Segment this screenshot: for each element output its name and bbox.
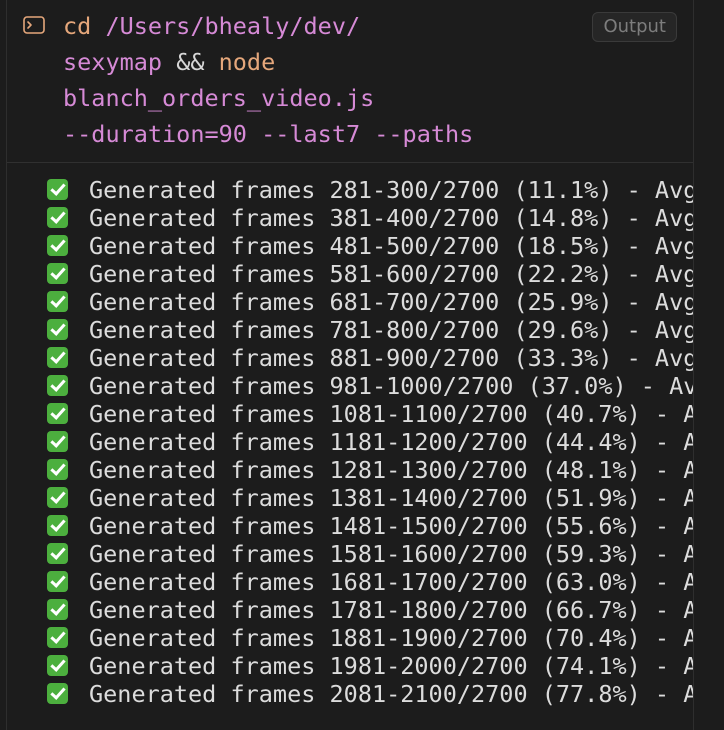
output-line: Generated frames 1681-1700/2700 (63.0%) … — [7, 568, 693, 596]
check-mark-icon — [47, 683, 68, 704]
output-line: Generated frames 1481-1500/2700 (55.6%) … — [7, 512, 693, 540]
output-line: Generated frames 1981-2000/2700 (74.1%) … — [7, 652, 693, 680]
command-and-operator: && — [162, 48, 219, 76]
check-mark-icon — [47, 543, 68, 564]
output-line: Generated frames 881-900/2700 (33.3%) - … — [7, 344, 693, 372]
output-line-text: Generated frames 1181-1200/2700 (44.4%) … — [89, 428, 694, 456]
output-line-text: Generated frames 381-400/2700 (14.8%) - … — [89, 204, 694, 232]
output-line: Generated frames 981-1000/2700 (37.0%) -… — [7, 372, 693, 400]
terminal-panel: cd /Users/bhealy/dev/ sexymap && node bl… — [6, 0, 694, 730]
output-line-text: Generated frames 681-700/2700 (25.9%) - … — [89, 288, 694, 316]
output-line-text: Generated frames 1881-1900/2700 (70.4%) … — [89, 624, 694, 652]
command-block: cd /Users/bhealy/dev/ sexymap && node bl… — [7, 0, 693, 163]
check-mark-icon — [47, 431, 68, 452]
check-mark-icon — [47, 347, 68, 368]
output-log: Generated frames 281-300/2700 (11.1%) - … — [7, 176, 693, 708]
output-line: Generated frames 1181-1200/2700 (44.4%) … — [7, 428, 693, 456]
check-mark-icon — [47, 487, 68, 508]
output-line-text: Generated frames 1681-1700/2700 (63.0%) … — [89, 568, 694, 596]
command-path: /Users/bhealy/dev/ — [91, 12, 361, 40]
command-cd: cd — [63, 12, 92, 40]
check-mark-icon — [47, 599, 68, 620]
check-mark-icon — [47, 571, 68, 592]
output-line-text: Generated frames 981-1000/2700 (37.0%) -… — [89, 372, 694, 400]
command-node: node — [218, 48, 276, 76]
check-mark-icon — [47, 459, 68, 480]
output-line-text: Generated frames 1281-1300/2700 (48.1%) … — [89, 456, 694, 484]
check-mark-icon — [47, 515, 68, 536]
output-line: Generated frames 681-700/2700 (25.9%) - … — [7, 288, 693, 316]
output-line-text: Generated frames 781-800/2700 (29.6%) - … — [89, 316, 694, 344]
check-mark-icon — [47, 235, 68, 256]
terminal-icon — [23, 16, 45, 34]
output-line: Generated frames 481-500/2700 (18.5%) - … — [7, 232, 693, 260]
output-line-text: Generated frames 1981-2000/2700 (74.1%) … — [89, 652, 694, 680]
output-line-text: Generated frames 2081-2100/2700 (77.8%) … — [89, 680, 694, 708]
output-line-text: Generated frames 581-600/2700 (22.2%) - … — [89, 260, 694, 288]
check-mark-icon — [47, 291, 68, 312]
command-flags: --duration=90 --last7 --paths — [63, 120, 474, 148]
output-line: Generated frames 1881-1900/2700 (70.4%) … — [7, 624, 693, 652]
output-line: Generated frames 1781-1800/2700 (66.7%) … — [7, 596, 693, 624]
command-script: blanch_orders_video.js — [63, 84, 375, 112]
check-mark-icon — [47, 627, 68, 648]
command-text: cd /Users/bhealy/dev/ sexymap && node bl… — [63, 8, 473, 152]
command-dir: sexymap — [63, 48, 163, 76]
output-line: Generated frames 581-600/2700 (22.2%) - … — [7, 260, 693, 288]
output-line-text: Generated frames 481-500/2700 (18.5%) - … — [89, 232, 694, 260]
output-line: Generated frames 281-300/2700 (11.1%) - … — [7, 176, 693, 204]
output-line: Generated frames 1281-1300/2700 (48.1%) … — [7, 456, 693, 484]
output-line-text: Generated frames 281-300/2700 (11.1%) - … — [89, 176, 694, 204]
output-line-text: Generated frames 1081-1100/2700 (40.7%) … — [89, 400, 694, 428]
check-mark-icon — [47, 375, 68, 396]
output-line-text: Generated frames 1381-1400/2700 (51.9%) … — [89, 484, 694, 512]
check-mark-icon — [47, 319, 68, 340]
output-line: Generated frames 381-400/2700 (14.8%) - … — [7, 204, 693, 232]
output-line: Generated frames 1081-1100/2700 (40.7%) … — [7, 400, 693, 428]
output-line-text: Generated frames 1781-1800/2700 (66.7%) … — [89, 596, 694, 624]
check-mark-icon — [47, 207, 68, 228]
output-line-text: Generated frames 1581-1600/2700 (59.3%) … — [89, 540, 694, 568]
check-mark-icon — [47, 263, 68, 284]
check-mark-icon — [47, 403, 68, 424]
output-line-text: Generated frames 881-900/2700 (33.3%) - … — [89, 344, 694, 372]
output-line: Generated frames 781-800/2700 (29.6%) - … — [7, 316, 693, 344]
output-line: Generated frames 2081-2100/2700 (77.8%) … — [7, 680, 693, 708]
output-button[interactable]: Output — [592, 12, 677, 42]
output-line: Generated frames 1381-1400/2700 (51.9%) … — [7, 484, 693, 512]
check-mark-icon — [47, 655, 68, 676]
output-line-text: Generated frames 1481-1500/2700 (55.6%) … — [89, 512, 694, 540]
check-mark-icon — [47, 179, 68, 200]
output-line: Generated frames 1581-1600/2700 (59.3%) … — [7, 540, 693, 568]
